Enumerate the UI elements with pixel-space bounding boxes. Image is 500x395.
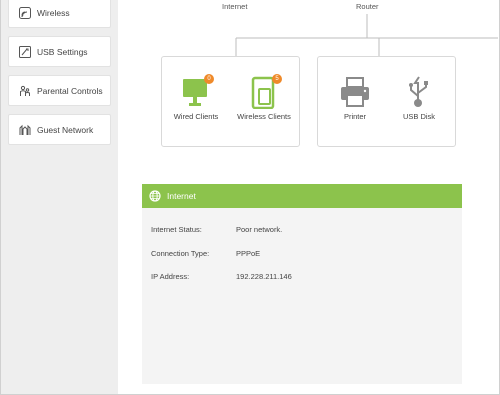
wired-clients-count-badge: 0 [204, 74, 214, 84]
sidebar-item-label: Guest Network [37, 124, 94, 135]
clients-box: 0 Wired Clients 5 Wireless Clients [161, 56, 300, 147]
wireless-clients-label: Wireless Clients [237, 112, 291, 121]
wireless-clients-device[interactable]: 5 Wireless Clients [232, 74, 296, 121]
sidebar-item-wireless[interactable]: Wireless [8, 0, 111, 28]
wireless-icon [19, 6, 31, 19]
sidebar-item-label: USB Settings [37, 46, 88, 57]
wireless-clients-count-badge: 5 [272, 74, 282, 84]
printer-icon [341, 77, 369, 107]
sidebar: Wireless USB Settings Parental Controls … [1, 0, 118, 394]
connection-type-key: Connection Type: [151, 249, 210, 258]
sidebar-item-parental-controls[interactable]: Parental Controls [8, 75, 111, 106]
usb-settings-icon [19, 45, 31, 58]
sidebar-item-label: Wireless [37, 7, 70, 18]
sidebar-item-usb-settings[interactable]: USB Settings [8, 36, 111, 67]
internet-status-row: Internet Status: Poor network. [151, 225, 282, 234]
guest-network-icon [19, 124, 31, 136]
internet-status-value: Poor network. [236, 225, 283, 234]
wired-clients-label: Wired Clients [173, 112, 219, 121]
panel-title: Internet [167, 191, 196, 201]
topology-connector-lines [235, 14, 498, 56]
ip-address-value: 192.228.211.146 [236, 272, 292, 281]
usb-icon [409, 76, 428, 107]
printer-device[interactable]: Printer [330, 75, 380, 121]
panel-header: Internet [142, 184, 462, 208]
sidebar-item-label: Parental Controls [37, 85, 103, 96]
parental-controls-icon [19, 85, 31, 97]
usb-disk-device[interactable]: USB Disk [394, 75, 444, 121]
wired-clients-device[interactable]: 0 Wired Clients [168, 74, 224, 121]
main-content: Internet Router 0 Wired Clients 5 Wirele… [118, 0, 499, 394]
connection-type-value: PPPoE [236, 249, 261, 258]
globe-icon [149, 190, 161, 202]
usb-devices-box: Printer USB Disk [317, 56, 456, 147]
ip-address-row: IP Address: 192.228.211.146 [151, 272, 292, 281]
sidebar-item-guest-network[interactable]: Guest Network [8, 114, 111, 145]
internet-status-key: Internet Status: [151, 225, 202, 234]
printer-label: Printer [343, 112, 367, 121]
internet-status-panel: Internet Internet Status: Poor network. C… [142, 184, 462, 384]
usb-disk-label: USB Disk [402, 112, 436, 121]
connection-type-row: Connection Type: PPPoE [151, 249, 260, 258]
ip-address-key: IP Address: [151, 272, 190, 281]
